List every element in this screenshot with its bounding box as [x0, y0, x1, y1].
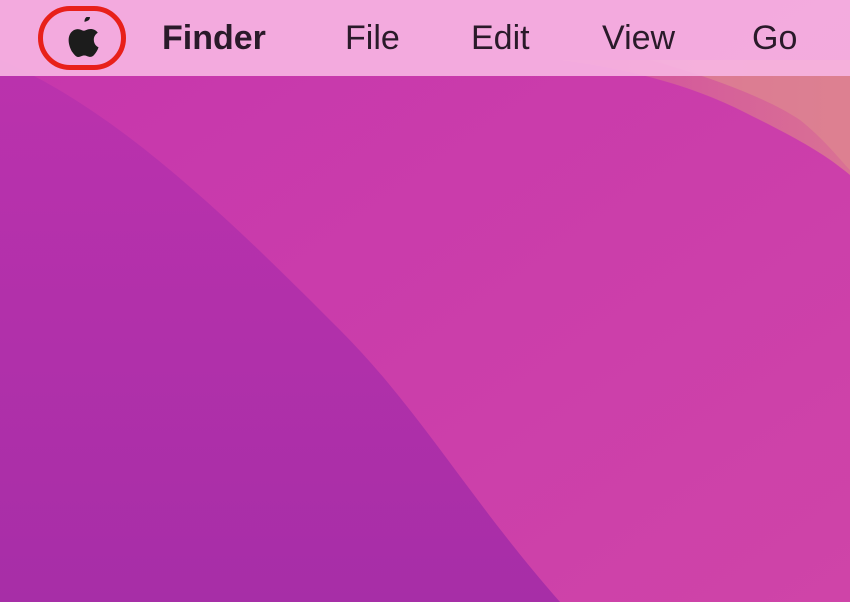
menu-file[interactable]: File [345, 0, 400, 76]
menu-bar: Finder File Edit View Go [0, 0, 850, 76]
menu-finder[interactable]: Finder [162, 0, 266, 76]
apple-menu-button[interactable] [38, 6, 126, 70]
desktop-wallpaper [0, 0, 850, 602]
apple-logo-icon [68, 17, 99, 58]
menu-go[interactable]: Go [752, 0, 797, 76]
menu-view[interactable]: View [602, 0, 675, 76]
desktop-screen: Finder File Edit View Go [0, 0, 850, 602]
menu-edit[interactable]: Edit [471, 0, 530, 76]
